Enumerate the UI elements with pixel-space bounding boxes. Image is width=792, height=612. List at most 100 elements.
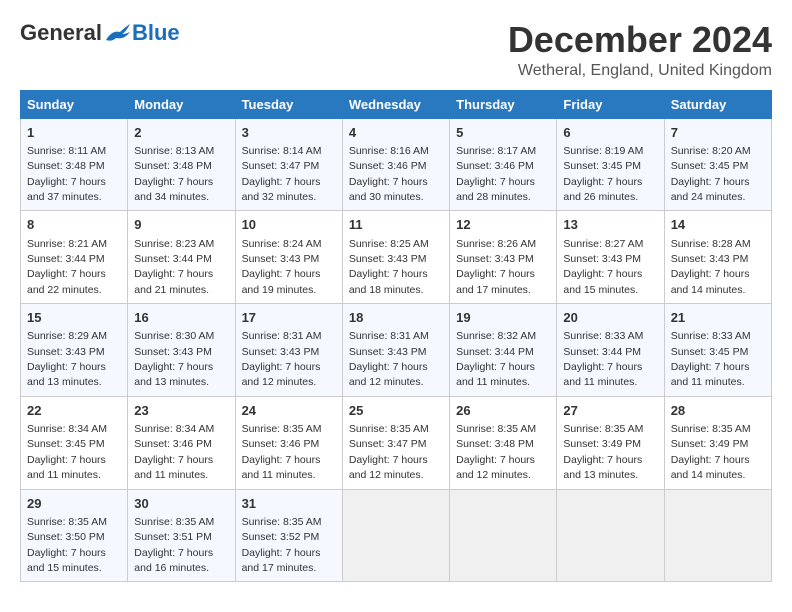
logo-bird-icon xyxy=(104,22,132,44)
day-number: 19 xyxy=(456,309,550,327)
day-content: Sunrise: 8:35 AMSunset: 3:51 PMDaylight:… xyxy=(134,516,214,574)
day-content: Sunrise: 8:32 AMSunset: 3:44 PMDaylight:… xyxy=(456,330,536,388)
day-number: 31 xyxy=(242,495,336,513)
day-number: 22 xyxy=(27,402,121,420)
calendar-cell: 15Sunrise: 8:29 AMSunset: 3:43 PMDayligh… xyxy=(21,304,128,397)
calendar-cell: 13Sunrise: 8:27 AMSunset: 3:43 PMDayligh… xyxy=(557,211,664,304)
calendar-cell: 30 Sunrise: 8:35 AMSunset: 3:51 PMDayligh… xyxy=(128,489,235,582)
header-sunday: Sunday xyxy=(21,90,128,118)
header-thursday: Thursday xyxy=(450,90,557,118)
calendar-cell: 21Sunrise: 8:33 AMSunset: 3:45 PMDayligh… xyxy=(664,304,771,397)
calendar-cell: 29 Sunrise: 8:35 AMSunset: 3:50 PMDayligh… xyxy=(21,489,128,582)
day-number: 3 xyxy=(242,124,336,142)
day-content: Sunrise: 8:35 AMSunset: 3:49 PMDaylight:… xyxy=(563,423,643,481)
day-content: Sunrise: 8:35 AMSunset: 3:49 PMDaylight:… xyxy=(671,423,751,481)
calendar-week-row: 1 Sunrise: 8:11 AMSunset: 3:48 PMDaylight… xyxy=(21,118,772,211)
day-content: Sunrise: 8:34 AMSunset: 3:46 PMDaylight:… xyxy=(134,423,214,481)
calendar-cell: 9 Sunrise: 8:23 AMSunset: 3:44 PMDaylight… xyxy=(128,211,235,304)
calendar-cell: 19 Sunrise: 8:32 AMSunset: 3:44 PMDayligh… xyxy=(450,304,557,397)
day-content: Sunrise: 8:33 AMSunset: 3:45 PMDaylight:… xyxy=(671,330,751,388)
calendar-cell xyxy=(342,489,449,582)
calendar-cell: 12 Sunrise: 8:26 AMSunset: 3:43 PMDayligh… xyxy=(450,211,557,304)
day-number: 28 xyxy=(671,402,765,420)
calendar-cell: 25Sunrise: 8:35 AMSunset: 3:47 PMDayligh… xyxy=(342,396,449,489)
day-number: 17 xyxy=(242,309,336,327)
day-number: 9 xyxy=(134,216,228,234)
calendar-cell: 1 Sunrise: 8:11 AMSunset: 3:48 PMDaylight… xyxy=(21,118,128,211)
header-tuesday: Tuesday xyxy=(235,90,342,118)
calendar-cell: 28 Sunrise: 8:35 AMSunset: 3:49 PMDayligh… xyxy=(664,396,771,489)
day-number: 7 xyxy=(671,124,765,142)
calendar-cell xyxy=(664,489,771,582)
day-content: Sunrise: 8:24 AMSunset: 3:43 PMDaylight:… xyxy=(242,238,322,296)
title-block: December 2024 Wetheral, England, United … xyxy=(508,20,772,80)
month-title: December 2024 xyxy=(508,20,772,60)
day-content: Sunrise: 8:35 AMSunset: 3:48 PMDaylight:… xyxy=(456,423,536,481)
calendar-cell: 11 Sunrise: 8:25 AMSunset: 3:43 PMDayligh… xyxy=(342,211,449,304)
calendar-week-row: 22 Sunrise: 8:34 AMSunset: 3:45 PMDayligh… xyxy=(21,396,772,489)
header-monday: Monday xyxy=(128,90,235,118)
day-content: Sunrise: 8:23 AMSunset: 3:44 PMDaylight:… xyxy=(134,238,214,296)
calendar-cell: 20Sunrise: 8:33 AMSunset: 3:44 PMDayligh… xyxy=(557,304,664,397)
calendar-cell: 2Sunrise: 8:13 AMSunset: 3:48 PMDaylight… xyxy=(128,118,235,211)
calendar-week-row: 8Sunrise: 8:21 AMSunset: 3:44 PMDaylight… xyxy=(21,211,772,304)
calendar-cell: 8Sunrise: 8:21 AMSunset: 3:44 PMDaylight… xyxy=(21,211,128,304)
calendar-cell: 17 Sunrise: 8:31 AMSunset: 3:43 PMDayligh… xyxy=(235,304,342,397)
header-friday: Friday xyxy=(557,90,664,118)
day-content: Sunrise: 8:26 AMSunset: 3:43 PMDaylight:… xyxy=(456,238,536,296)
calendar-cell: 3 Sunrise: 8:14 AMSunset: 3:47 PMDaylight… xyxy=(235,118,342,211)
day-content: Sunrise: 8:28 AMSunset: 3:43 PMDaylight:… xyxy=(671,238,751,296)
day-number: 13 xyxy=(563,216,657,234)
day-content: Sunrise: 8:31 AMSunset: 3:43 PMDaylight:… xyxy=(349,330,429,388)
page-header: General Blue December 2024 Wetheral, Eng… xyxy=(20,20,772,80)
day-content: Sunrise: 8:25 AMSunset: 3:43 PMDaylight:… xyxy=(349,238,429,296)
calendar-cell xyxy=(450,489,557,582)
calendar-cell: 31 Sunrise: 8:35 AMSunset: 3:52 PMDayligh… xyxy=(235,489,342,582)
day-content: Sunrise: 8:30 AMSunset: 3:43 PMDaylight:… xyxy=(134,330,214,388)
day-content: Sunrise: 8:19 AMSunset: 3:45 PMDaylight:… xyxy=(563,145,643,203)
day-content: Sunrise: 8:14 AMSunset: 3:47 PMDaylight:… xyxy=(242,145,322,203)
day-content: Sunrise: 8:16 AMSunset: 3:46 PMDaylight:… xyxy=(349,145,429,203)
header-saturday: Saturday xyxy=(664,90,771,118)
day-content: Sunrise: 8:35 AMSunset: 3:50 PMDaylight:… xyxy=(27,516,107,574)
calendar-table: SundayMondayTuesdayWednesdayThursdayFrid… xyxy=(20,90,772,583)
day-number: 10 xyxy=(242,216,336,234)
calendar-cell: 10 Sunrise: 8:24 AMSunset: 3:43 PMDayligh… xyxy=(235,211,342,304)
day-number: 27 xyxy=(563,402,657,420)
logo-blue-text: Blue xyxy=(132,20,180,46)
day-number: 11 xyxy=(349,216,443,234)
day-number: 12 xyxy=(456,216,550,234)
calendar-cell: 16Sunrise: 8:30 AMSunset: 3:43 PMDayligh… xyxy=(128,304,235,397)
day-content: Sunrise: 8:20 AMSunset: 3:45 PMDaylight:… xyxy=(671,145,751,203)
day-number: 29 xyxy=(27,495,121,513)
calendar-cell: 26 Sunrise: 8:35 AMSunset: 3:48 PMDayligh… xyxy=(450,396,557,489)
location: Wetheral, England, United Kingdom xyxy=(508,62,772,80)
calendar-cell xyxy=(557,489,664,582)
day-number: 6 xyxy=(563,124,657,142)
day-content: Sunrise: 8:34 AMSunset: 3:45 PMDaylight:… xyxy=(27,423,107,481)
day-number: 4 xyxy=(349,124,443,142)
day-content: Sunrise: 8:11 AMSunset: 3:48 PMDaylight:… xyxy=(27,145,106,203)
day-content: Sunrise: 8:35 AMSunset: 3:52 PMDaylight:… xyxy=(242,516,322,574)
calendar-cell: 5Sunrise: 8:17 AMSunset: 3:46 PMDaylight… xyxy=(450,118,557,211)
calendar-cell: 14 Sunrise: 8:28 AMSunset: 3:43 PMDayligh… xyxy=(664,211,771,304)
calendar-cell: 18 Sunrise: 8:31 AMSunset: 3:43 PMDayligh… xyxy=(342,304,449,397)
day-content: Sunrise: 8:29 AMSunset: 3:43 PMDaylight:… xyxy=(27,330,107,388)
calendar-cell: 6 Sunrise: 8:19 AMSunset: 3:45 PMDaylight… xyxy=(557,118,664,211)
day-number: 18 xyxy=(349,309,443,327)
day-number: 2 xyxy=(134,124,228,142)
day-number: 30 xyxy=(134,495,228,513)
logo-general-text: General xyxy=(20,20,102,46)
calendar-week-row: 29 Sunrise: 8:35 AMSunset: 3:50 PMDayligh… xyxy=(21,489,772,582)
day-content: Sunrise: 8:31 AMSunset: 3:43 PMDaylight:… xyxy=(242,330,322,388)
calendar-cell: 4 Sunrise: 8:16 AMSunset: 3:46 PMDaylight… xyxy=(342,118,449,211)
day-number: 24 xyxy=(242,402,336,420)
day-number: 14 xyxy=(671,216,765,234)
calendar-cell: 22 Sunrise: 8:34 AMSunset: 3:45 PMDayligh… xyxy=(21,396,128,489)
day-number: 20 xyxy=(563,309,657,327)
day-number: 26 xyxy=(456,402,550,420)
day-number: 1 xyxy=(27,124,121,142)
day-number: 23 xyxy=(134,402,228,420)
logo: General Blue xyxy=(20,20,180,46)
day-content: Sunrise: 8:35 AMSunset: 3:46 PMDaylight:… xyxy=(242,423,322,481)
